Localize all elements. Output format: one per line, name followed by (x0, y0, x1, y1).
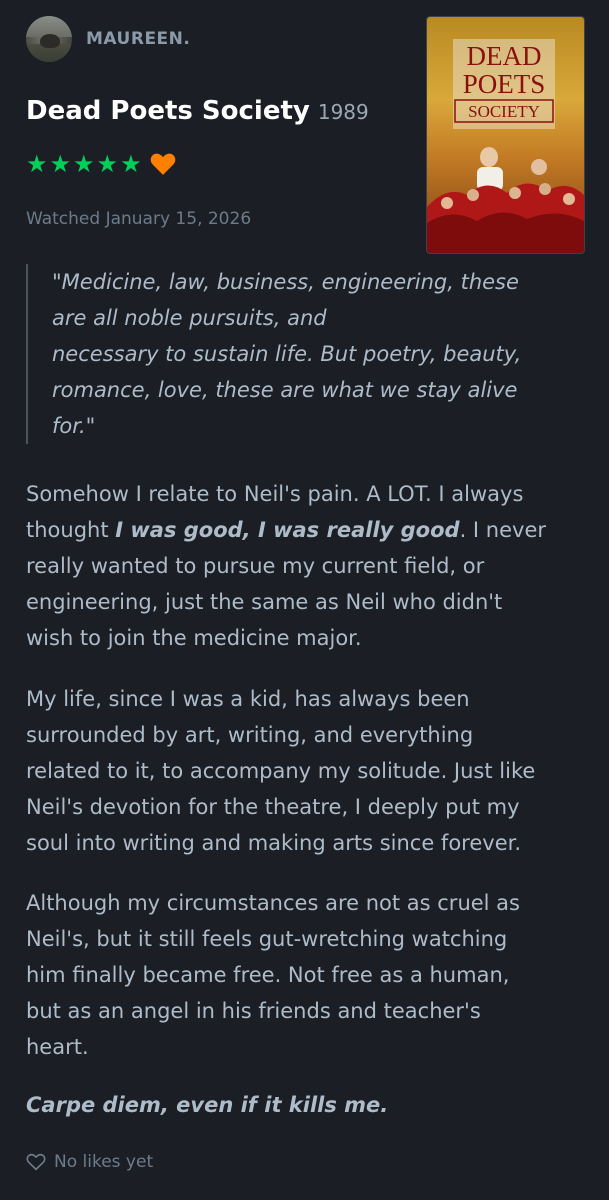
review-line: engineering, just the same as Neil who d… (26, 590, 503, 614)
poster-title-line: SOCIETY (468, 102, 540, 121)
review-line: surrounded by art, writing, and everythi… (26, 723, 474, 747)
star-icon: ★ (120, 150, 142, 178)
quote-line: romance, love, these are what we stay al… (52, 378, 518, 402)
review-line: wish to join the medicine major. (26, 626, 362, 650)
review-line: related to it, to accompany my solitude.… (26, 759, 536, 783)
review-line: Somehow I relate to Neil's pain. A LOT. … (26, 482, 524, 506)
quote-line: necessary to sustain life. But poetry, b… (52, 342, 522, 366)
review-line: soul into writing and making arts since … (26, 831, 521, 855)
star-icon: ★ (49, 150, 72, 178)
review-line: heart. (26, 1035, 89, 1059)
review-emphasis: I was good, I was really good (115, 518, 460, 542)
rating: ★ ★ ★ ★ ★ (26, 152, 176, 176)
likes-row[interactable]: No likes yet (26, 1152, 153, 1172)
review-line: My life, since I was a kid, has always b… (26, 687, 470, 711)
watched-date: Watched January 15, 2026 (26, 209, 252, 229)
avatar[interactable] (26, 16, 72, 62)
poster-title-line: DEAD (467, 41, 542, 71)
username[interactable]: MAUREEN. (86, 29, 190, 49)
heart-icon (150, 153, 175, 175)
review-paragraph-2: My life, since I was a kid, has always b… (26, 681, 586, 861)
quote-line: are all noble pursuits, and (52, 306, 327, 330)
quote-block: "Medicine, law, business, engineering, t… (26, 264, 566, 444)
star-icon: ★ (73, 150, 95, 178)
quote-line: for." (52, 414, 96, 438)
heart-outline-icon[interactable] (26, 1153, 46, 1171)
review-line: but as an angel in his friends and teach… (26, 999, 481, 1023)
star-icon: ★ (96, 150, 119, 178)
review-line: thought I was good, I was really good. I… (26, 518, 546, 542)
star-icon: ★ (26, 150, 48, 178)
film-title-row: Dead Poets Society 1989 (26, 96, 369, 126)
film-poster[interactable]: DEAD POETS SOCIETY (426, 16, 585, 254)
film-title[interactable]: Dead Poets Society (26, 96, 310, 126)
review-closing-line: Carpe diem, even if it kills me. (26, 1093, 389, 1117)
review-line: Neil's devotion for the theatre, I deepl… (26, 795, 520, 819)
film-year[interactable]: 1989 (318, 100, 369, 124)
review-paragraph-1: Somehow I relate to Neil's pain. A LOT. … (26, 476, 586, 656)
review-header: MAUREEN. (26, 16, 190, 62)
review-paragraph-3: Although my circumstances are not as cru… (26, 885, 586, 1065)
review-line: him finally became free. Not free as a h… (26, 963, 510, 987)
review-line: Although my circumstances are not as cru… (26, 891, 520, 915)
poster-title-line: POETS (463, 69, 546, 99)
likes-label: No likes yet (54, 1152, 154, 1172)
quote-line: "Medicine, law, business, engineering, t… (52, 270, 519, 294)
review-line: really wanted to pursue my current field… (26, 554, 485, 578)
review-line: Neil's, but it still feels gut-wretching… (26, 927, 508, 951)
